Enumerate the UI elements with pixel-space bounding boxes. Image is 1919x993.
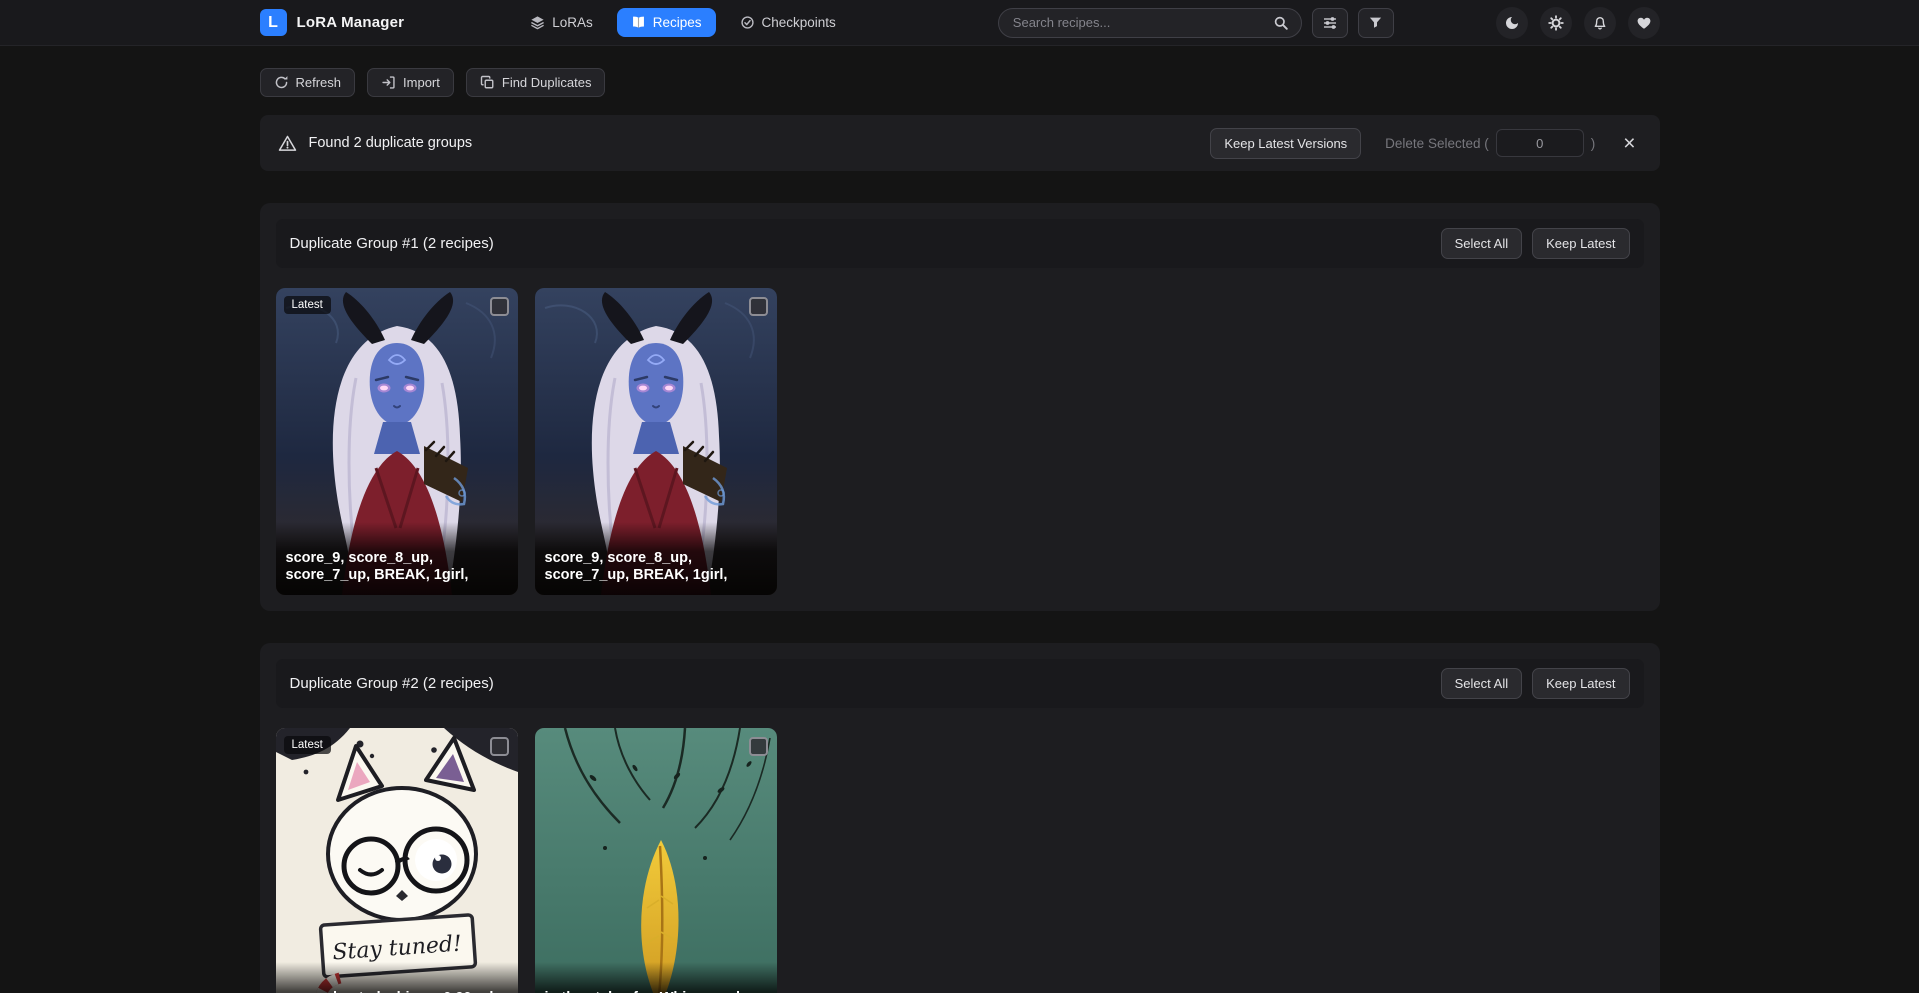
recipe-card[interactable]: score_9, score_8_up, score_7_up, BREAK, … [535,288,777,595]
search-box[interactable] [998,8,1302,38]
theme-toggle-button[interactable] [1496,7,1528,39]
recipe-image-whimsical-cat: Stay tuned! [276,728,518,993]
card-checkbox[interactable] [749,297,768,316]
duplicate-group-1: Duplicate Group #1 (2 recipes) Select Al… [260,203,1660,611]
warning-icon [278,134,297,153]
refresh-button[interactable]: Refresh [260,68,356,97]
funnel-filter-button[interactable] [1358,8,1394,38]
app-logo-letter: L [268,14,278,32]
nav-item-label: Checkpoints [762,15,836,30]
favorites-button[interactable] [1628,7,1660,39]
group-1-header: Duplicate Group #1 (2 recipes) Select Al… [276,219,1644,268]
nav-item-recipes[interactable]: Recipes [617,8,716,37]
sliders-filter-button[interactable] [1312,8,1348,38]
banner-message: Found 2 duplicate groups [309,135,473,151]
recipe-card[interactable]: in the style of ppWhimsy, ral-frctlgmtry… [535,728,777,993]
recipes-icon [631,15,646,30]
recipe-card[interactable]: Latest score_9, score_8_up, score_7_up, … [276,288,518,595]
latest-badge: Latest [284,296,331,314]
top-navbar: L LoRA Manager LoRAs Recipes Checkpoint [0,0,1919,46]
recipe-image-yellow-feather [535,728,777,993]
card-caption: in the style of ppWhimsy, ral-frctlgmtry… [535,962,777,993]
group-1-keep-latest-button[interactable]: Keep Latest [1532,228,1629,259]
loras-icon [530,15,545,30]
card-checkbox[interactable] [490,297,509,316]
checkpoints-icon [740,15,755,30]
card-caption: score_9, score_8_up, score_7_up, BREAK, … [535,522,777,595]
nav-item-label: Recipes [653,15,702,30]
latest-badge: Latest [284,736,331,754]
recipe-card[interactable]: Stay tuned! Latest pp-enchanted-whimsy:0… [276,728,518,993]
duplicates-banner: Found 2 duplicate groups Keep Latest Ver… [260,115,1660,171]
bell-icon [1592,15,1608,31]
heart-icon [1636,15,1652,31]
import-icon [381,75,396,90]
delete-selected-prefix: Delete Selected ( [1385,136,1489,151]
app-logo[interactable]: L [260,9,287,36]
find-duplicates-button[interactable]: Find Duplicates [466,68,606,97]
find-duplicates-label: Find Duplicates [502,75,592,90]
sliders-icon [1322,15,1338,31]
duplicate-group-2: Duplicate Group #2 (2 recipes) Select Al… [260,643,1660,993]
card-caption: pp-enchanted-whimsy:0.90 ral-frctlgmtry_… [276,962,518,993]
delete-count-input[interactable] [1496,129,1584,157]
refresh-icon [274,75,289,90]
nav-item-label: LoRAs [552,15,593,30]
app-title: LoRA Manager [297,14,405,31]
card-checkbox[interactable] [749,737,768,756]
search-area [998,8,1394,38]
import-label: Import [403,75,440,90]
keep-latest-versions-button[interactable]: Keep Latest Versions [1210,128,1361,159]
duplicates-icon [480,75,495,90]
search-icon[interactable] [1271,13,1291,33]
import-button[interactable]: Import [367,68,454,97]
toolbar: Refresh Import Find Duplicates [260,68,1660,97]
main-nav: LoRAs Recipes Checkpoints [516,8,850,37]
group-1-select-all-button[interactable]: Select All [1441,228,1522,259]
settings-button[interactable] [1540,7,1572,39]
moon-icon [1504,15,1520,31]
group-2-select-all-button[interactable]: Select All [1441,668,1522,699]
search-input[interactable] [1013,15,1271,30]
delete-selected-area: Delete Selected ( ) [1385,129,1595,157]
close-icon[interactable]: × [1617,131,1641,156]
card-checkbox[interactable] [490,737,509,756]
card-caption: score_9, score_8_up, score_7_up, BREAK, … [276,522,518,595]
group-1-title: Duplicate Group #1 (2 recipes) [290,235,494,252]
main-content: Refresh Import Find Duplicates Found 2 d… [260,46,1660,993]
nav-item-loras[interactable]: LoRAs [516,8,607,37]
group-2-header: Duplicate Group #2 (2 recipes) Select Al… [276,659,1644,708]
refresh-label: Refresh [296,75,342,90]
notifications-button[interactable] [1584,7,1616,39]
group-1-cards: Latest score_9, score_8_up, score_7_up, … [276,288,1644,595]
group-2-keep-latest-button[interactable]: Keep Latest [1532,668,1629,699]
group-2-cards: Stay tuned! Latest pp-enchanted-whimsy:0… [276,728,1644,993]
nav-item-checkpoints[interactable]: Checkpoints [726,8,850,37]
group-2-title: Duplicate Group #2 (2 recipes) [290,675,494,692]
delete-selected-suffix: ) [1591,136,1596,151]
gear-icon [1548,15,1564,31]
funnel-icon [1368,15,1383,30]
navbar-right-actions [1496,7,1660,39]
